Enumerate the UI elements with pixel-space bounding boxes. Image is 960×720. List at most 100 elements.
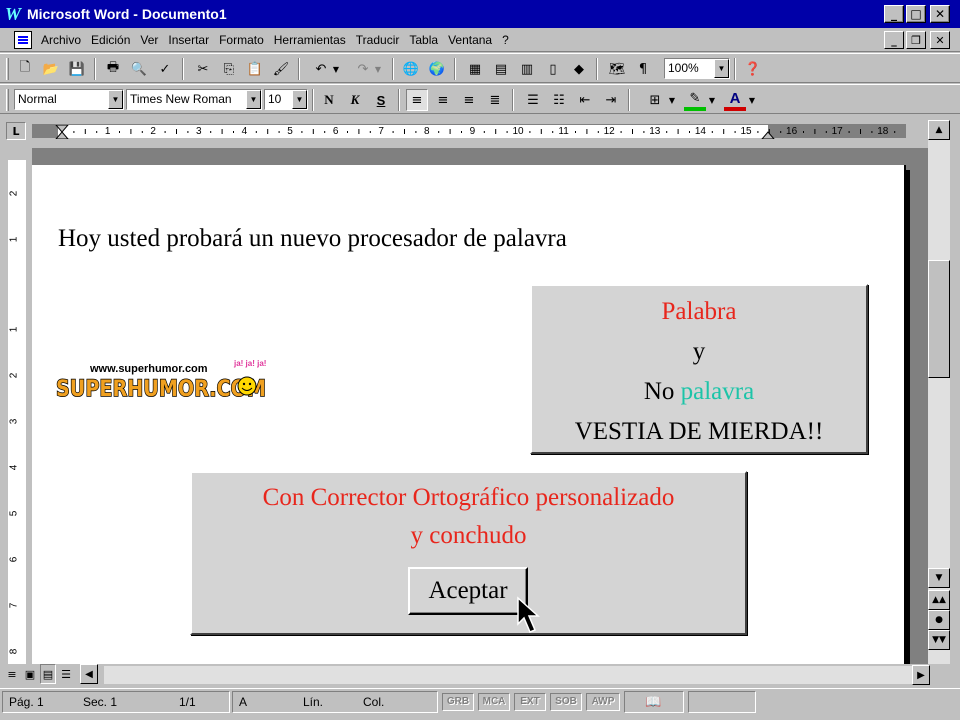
save-icon[interactable]: 💾 — [66, 58, 88, 80]
scroll-up-icon[interactable]: ▲ — [928, 120, 950, 140]
undo-icon[interactable]: ↶ — [310, 58, 332, 80]
copy-icon[interactable]: ⎘ — [218, 58, 240, 80]
document-text[interactable]: Hoy usted probará un nuevo procesador de… — [58, 225, 567, 253]
insert-excel-icon[interactable]: ▥ — [516, 58, 538, 80]
print-preview-icon[interactable]: 🔍 — [128, 58, 150, 80]
horizontal-scrollbar[interactable] — [104, 666, 924, 684]
insert-table-icon[interactable]: ▤ — [490, 58, 512, 80]
doc-minimize-button[interactable]: _ — [884, 31, 904, 49]
document-icon[interactable] — [14, 30, 32, 49]
status-grb[interactable]: GRB — [442, 693, 474, 711]
chevron-down-icon[interactable]: ▼ — [666, 89, 678, 111]
highlight-icon[interactable]: ✎ — [684, 89, 706, 111]
font-color-icon[interactable]: A — [724, 89, 746, 111]
columns-icon[interactable]: ▯ — [542, 58, 564, 80]
doc-close-button[interactable]: ✕ — [930, 31, 950, 49]
document-map-icon[interactable]: 🗺 — [606, 58, 628, 80]
new-document-icon[interactable]: 🗋 — [14, 58, 36, 80]
align-center-icon[interactable]: ≡ — [432, 89, 454, 111]
menu-ventana[interactable]: Ventana — [443, 30, 497, 50]
web-toolbar-icon[interactable]: 🌍 — [426, 58, 448, 80]
cut-icon[interactable]: ✂ — [192, 58, 214, 80]
italic-button[interactable]: K — [344, 89, 366, 111]
spelling-status-icon[interactable]: 📖 — [624, 691, 684, 713]
status-sob[interactable]: SOB — [550, 693, 582, 711]
redo-dropdown-icon[interactable]: ▼ — [372, 58, 384, 80]
scroll-left-icon[interactable]: ◀ — [80, 664, 98, 684]
maximize-button[interactable]: □ — [906, 5, 926, 23]
show-hide-icon[interactable]: ¶ — [632, 58, 654, 80]
status-awp[interactable]: AWP — [586, 693, 620, 711]
print-layout-view-icon[interactable]: ▤ — [40, 664, 56, 684]
tables-borders-icon[interactable]: ▦ — [464, 58, 486, 80]
chevron-down-icon[interactable]: ▼ — [706, 89, 718, 111]
word-app-icon[interactable]: W — [3, 4, 23, 24]
borders-icon[interactable]: ⊞ — [644, 89, 666, 111]
zoom-select[interactable]: 100% ▼ — [664, 58, 730, 79]
chevron-down-icon[interactable]: ▼ — [246, 90, 261, 109]
menu-formato[interactable]: Formato — [214, 30, 269, 50]
horizontal-ruler[interactable]: 1 2 3 4 5 6 7 8 9 10 11 12 13 14 15 16 17 18 — [32, 124, 906, 139]
menu-herramientas[interactable]: Herramientas — [269, 30, 351, 50]
menu-traducir[interactable]: Traducir — [351, 30, 405, 50]
font-select[interactable]: Times New Roman ▼ — [126, 89, 262, 110]
menu-edicion[interactable]: Edición — [86, 30, 135, 50]
numbering-icon[interactable]: ☰ — [522, 89, 544, 111]
vruler-number: 2 — [8, 190, 20, 197]
redo-icon[interactable]: ↷ — [352, 58, 374, 80]
menu-help[interactable]: ? — [497, 30, 514, 50]
chevron-down-icon[interactable]: ▼ — [746, 89, 758, 111]
chevron-down-icon[interactable]: ▼ — [108, 90, 123, 109]
scroll-right-icon[interactable]: ▶ — [912, 665, 930, 685]
undo-dropdown-icon[interactable]: ▼ — [330, 58, 342, 80]
web-view-icon[interactable]: ▣ — [22, 664, 38, 684]
chevron-down-icon[interactable]: ▼ — [292, 90, 307, 109]
increase-indent-icon[interactable]: ⇥ — [600, 89, 622, 111]
tab-selector[interactable]: L — [6, 122, 26, 140]
menu-insertar[interactable]: Insertar — [163, 30, 214, 50]
drawing-icon[interactable]: ◆ — [568, 58, 590, 80]
status-mca[interactable]: MCA — [478, 693, 510, 711]
print-icon[interactable]: 🖶 — [102, 58, 124, 80]
bullets-icon[interactable]: ☷ — [548, 89, 570, 111]
normal-view-icon[interactable]: ≡ — [4, 664, 20, 684]
underline-button[interactable]: S — [370, 89, 392, 111]
justify-icon[interactable]: ≣ — [484, 89, 506, 111]
align-right-icon[interactable]: ≡ — [458, 89, 480, 111]
menu-ver[interactable]: Ver — [135, 30, 163, 50]
ruler-tick — [461, 131, 462, 133]
bold-button[interactable]: N — [318, 89, 340, 111]
menu-tabla[interactable]: Tabla — [404, 30, 443, 50]
ruler-tick — [210, 131, 212, 133]
format-painter-icon[interactable]: 🖌 — [270, 58, 292, 80]
toolbar-grip[interactable] — [6, 58, 9, 80]
scroll-down-icon[interactable]: ▼ — [928, 568, 950, 588]
scroll-thumb[interactable] — [928, 260, 950, 378]
style-select[interactable]: Normal ▼ — [14, 89, 124, 110]
minimize-button[interactable]: _ — [884, 5, 904, 23]
next-page-icon[interactable]: ▼▼ — [928, 630, 950, 650]
office-assistant-icon[interactable]: ❓ — [742, 58, 764, 80]
select-browse-object-icon[interactable]: ● — [928, 610, 950, 630]
close-button[interactable]: ✕ — [930, 5, 950, 23]
spelling-icon[interactable]: ✓ — [154, 58, 176, 80]
previous-page-icon[interactable]: ▲▲ — [928, 590, 950, 610]
doc-restore-button[interactable]: ❐ — [906, 31, 926, 49]
ruler-tick — [757, 131, 759, 133]
toolbar-grip[interactable] — [6, 89, 9, 111]
open-folder-icon[interactable]: 📂 — [40, 58, 62, 80]
title-bar[interactable]: W Microsoft Word - Documento1 _ □ ✕ — [0, 0, 960, 28]
accept-button[interactable]: Aceptar — [408, 567, 528, 615]
vertical-scrollbar[interactable]: ▲ ▼ ▲▲ ● ▼▼ — [928, 120, 950, 666]
ruler-tick — [255, 131, 257, 133]
align-left-icon[interactable]: ≡ — [406, 89, 428, 111]
outline-view-icon[interactable]: ☰ — [58, 664, 74, 684]
chevron-down-icon[interactable]: ▼ — [714, 59, 729, 78]
paste-icon[interactable]: 📋 — [244, 58, 266, 80]
menu-archivo[interactable]: Archivo — [36, 30, 86, 50]
hyperlink-icon[interactable]: 🌐 — [400, 58, 422, 80]
decrease-indent-icon[interactable]: ⇤ — [574, 89, 596, 111]
font-size-select[interactable]: 10 ▼ — [264, 89, 308, 110]
status-ext[interactable]: EXT — [514, 693, 546, 711]
vertical-ruler[interactable]: 2 1 1 2 3 4 5 6 7 8 — [8, 160, 26, 664]
